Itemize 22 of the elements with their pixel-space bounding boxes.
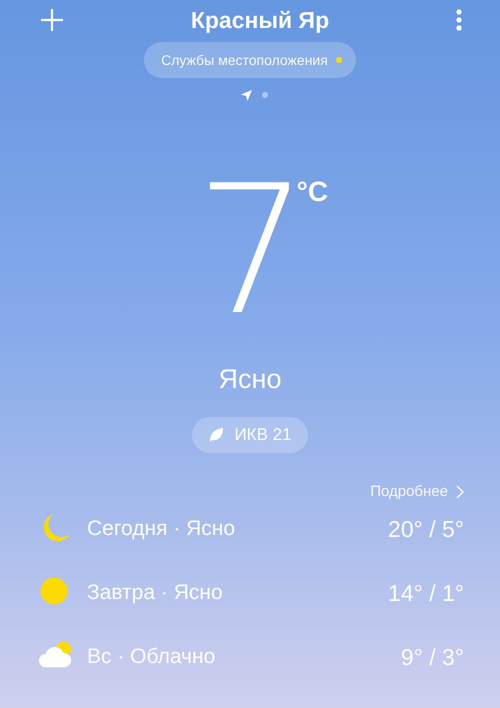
location-services-label: Службы местоположения — [161, 52, 328, 68]
status-dot — [336, 57, 342, 63]
leaf-icon — [208, 427, 224, 443]
location-arrow-icon[interactable] — [240, 90, 252, 100]
more-options-icon[interactable] — [456, 9, 462, 31]
weather-condition: Ясно — [218, 364, 282, 395]
forecast-day-label: Завтра · Ясно — [87, 581, 224, 605]
forecast-temperature-range: 20° / 5° — [388, 516, 464, 542]
add-icon[interactable] — [40, 8, 64, 32]
sun-icon — [39, 576, 69, 606]
location-services-button[interactable]: Службы местоположения — [144, 42, 356, 78]
forecast-temperature-range: 9° / 3° — [400, 644, 464, 670]
forecast-day-label: Вс · Облачно — [87, 645, 216, 669]
forecast-day-label: Сегодня · Ясно — [87, 517, 236, 541]
chevron-right-icon — [456, 484, 464, 498]
forecast-temperature-range: 14° / 1° — [388, 580, 464, 606]
city-title: Красный Яр — [190, 6, 330, 34]
more-details-link[interactable]: Подробнее — [370, 483, 464, 500]
cloud-sun-icon — [39, 640, 73, 670]
temperature-unit: °C — [296, 176, 328, 208]
page-dot[interactable] — [262, 92, 268, 98]
air-quality-button[interactable]: ИКВ 21 — [192, 417, 308, 453]
